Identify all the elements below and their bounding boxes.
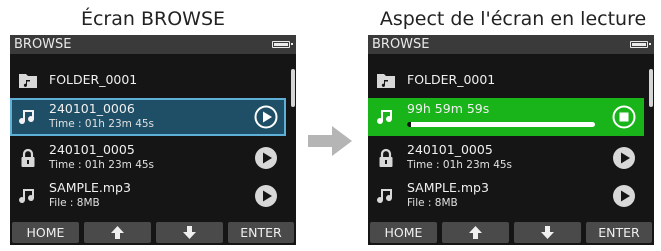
- screen-title: BROWSE: [14, 37, 72, 52]
- row-subtitle: Time : 01h 23m 45s: [407, 159, 513, 171]
- stop-icon[interactable]: [612, 105, 636, 129]
- music-note-icon: [377, 189, 393, 204]
- down-arrow-icon: [541, 226, 554, 239]
- row-title: SAMPLE.mp3: [49, 180, 131, 195]
- row-subtitle: Time : 01h 23m 45s: [49, 118, 155, 130]
- row-title: SAMPLE.mp3: [407, 180, 489, 195]
- lock-icon: [379, 148, 393, 167]
- down-button[interactable]: [514, 222, 581, 243]
- up-arrow-icon: [469, 226, 482, 239]
- file-row[interactable]: SAMPLE.mp3 File : 8MB: [368, 177, 644, 215]
- file-row-selected[interactable]: 240101_0006 Time : 01h 23m 45s: [10, 98, 286, 136]
- row-subtitle: Time : 01h 23m 45s: [49, 159, 155, 171]
- play-icon[interactable]: [254, 184, 278, 208]
- caption-playback-screen: Aspect de l'écran en lecture: [379, 8, 647, 30]
- up-arrow-icon: [111, 226, 124, 239]
- down-button[interactable]: [156, 222, 223, 243]
- play-icon[interactable]: [254, 146, 278, 170]
- file-row[interactable]: 240101_0005 Time : 01h 23m 45s: [10, 139, 286, 177]
- row-title: 240101_0005: [49, 142, 135, 157]
- lock-icon: [21, 148, 35, 167]
- folder-row[interactable]: FOLDER_0001: [10, 61, 286, 99]
- file-row-playing[interactable]: 99h 59m 59s: [368, 98, 644, 136]
- browse-screen: BROWSE FOLDER_0001 240101_0006 Time : 01…: [10, 35, 296, 245]
- music-note-icon: [19, 110, 35, 125]
- up-button[interactable]: [84, 222, 151, 243]
- file-row[interactable]: SAMPLE.mp3 File : 8MB: [10, 177, 286, 215]
- elapsed-time: 99h 59m 59s: [407, 101, 490, 116]
- file-row[interactable]: 240101_0005 Time : 01h 23m 45s: [368, 139, 644, 177]
- caption-browse-screen: Écran BROWSE: [80, 8, 226, 30]
- home-button[interactable]: HOME: [12, 222, 79, 243]
- up-button[interactable]: [442, 222, 509, 243]
- folder-icon: [19, 74, 37, 88]
- play-icon[interactable]: [612, 184, 636, 208]
- music-note-icon: [19, 189, 35, 204]
- row-title: 240101_0005: [407, 142, 493, 157]
- row-subtitle: File : 8MB: [407, 197, 458, 209]
- row-subtitle: File : 8MB: [49, 197, 100, 209]
- battery-icon: [630, 41, 651, 48]
- music-note-icon: [377, 110, 393, 125]
- row-title: FOLDER_0001: [49, 72, 138, 87]
- down-arrow-icon: [183, 226, 196, 239]
- home-button[interactable]: HOME: [370, 222, 437, 243]
- screen-header: BROWSE: [368, 35, 654, 54]
- screen-title: BROWSE: [372, 37, 430, 52]
- enter-button[interactable]: ENTER: [228, 222, 294, 243]
- scrollbar[interactable]: [649, 69, 653, 107]
- row-title: 240101_0006: [49, 101, 135, 116]
- enter-button[interactable]: ENTER: [586, 222, 652, 243]
- right-arrow-icon: [308, 126, 352, 156]
- battery-icon: [272, 41, 293, 48]
- play-icon[interactable]: [254, 105, 278, 129]
- playback-progress-bar[interactable]: [407, 122, 595, 127]
- scrollbar[interactable]: [291, 69, 295, 107]
- progress-fill: [407, 122, 411, 127]
- folder-icon: [377, 74, 395, 88]
- folder-row[interactable]: FOLDER_0001: [368, 61, 644, 99]
- playback-screen: BROWSE FOLDER_0001 99h 59m 59s 240101_00…: [368, 35, 654, 245]
- row-title: FOLDER_0001: [407, 72, 496, 87]
- play-icon[interactable]: [612, 146, 636, 170]
- screen-header: BROWSE: [10, 35, 296, 54]
